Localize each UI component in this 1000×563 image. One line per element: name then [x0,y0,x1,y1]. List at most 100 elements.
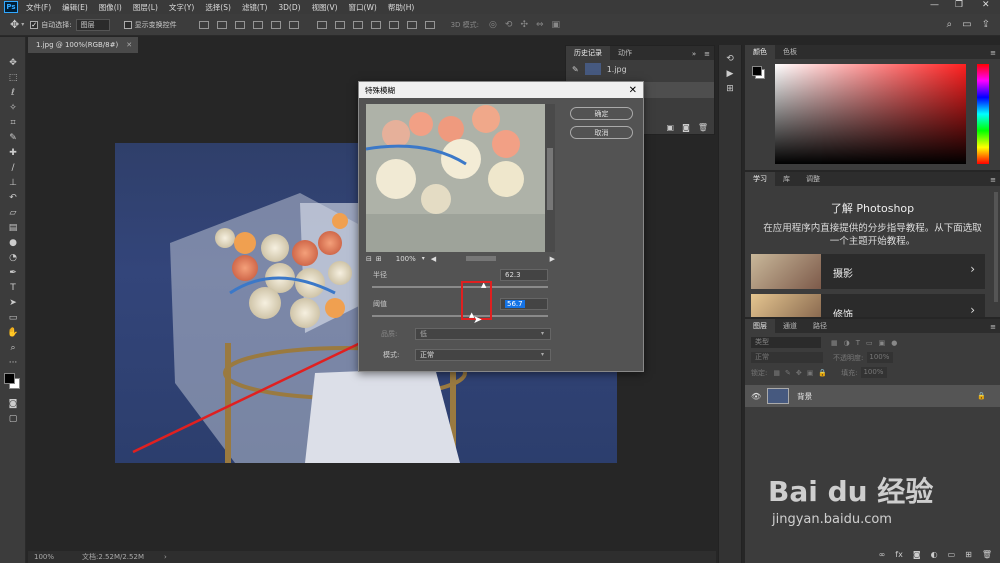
zoom-level[interactable]: 100% [34,553,54,561]
learn-description: 在应用程序内直接提供的分步指导教程。从下面选取一个主题开始教程。 [763,223,982,247]
status-arrow-icon[interactable]: › [164,553,167,561]
add-mask-icon[interactable]: ◙ [913,550,921,559]
tab-history[interactable]: 历史记录 [566,46,610,60]
link-layers-icon[interactable]: ∞ [879,550,886,559]
fill-label: 填充: [841,368,858,377]
color-fg-swatch[interactable] [752,66,762,76]
cancel-button[interactable]: 取消 [570,126,633,139]
mode-dropdown[interactable]: 正常 [415,349,551,361]
history-panel-icon[interactable]: ⟲ [719,51,741,66]
delete-layer-icon[interactable]: 🗑 [982,550,992,559]
document-size: 文档:2.52M/2.52M [82,553,144,561]
radius-label: 半径 [373,271,387,279]
lock-all-icon[interactable]: 🔒 [818,369,827,377]
panel-menu-icon[interactable]: ≡ [986,47,1000,59]
properties-icon[interactable]: ⊞ [719,81,741,96]
filter-placeholder: 类型 [755,338,769,346]
special-blur-dialog: 特殊模糊 ✕ ⊟ ⊞ 100% ▾ ◀ ▶ 确定 取消 半径 62.3 ▲ 阈值… [358,81,644,372]
lock-artboard-icon[interactable]: ▣ [807,369,814,377]
adjustment-layer-icon[interactable]: ◐ [931,550,938,559]
panel-menu-icon[interactable]: ≡ [700,48,714,60]
tab-paths[interactable]: 路径 [805,319,835,333]
lock-pixels-icon[interactable]: ▦ [773,369,780,377]
learn-scrollbar[interactable] [994,192,998,302]
panel-collapse-icon[interactable]: » [688,48,700,60]
threshold-input[interactable]: 56.7 [500,298,548,310]
tab-channels[interactable]: 通道 [775,319,805,333]
topic-label: 修饰 [833,310,853,317]
preview-hscroll-thumb[interactable] [466,256,497,261]
lock-label: 锁定: [751,368,768,377]
lock-paint-icon[interactable]: ✎ [785,369,791,377]
chevron-down-icon[interactable]: ▾ [541,330,544,337]
preview-zoom: 100% [395,254,416,263]
tab-swatches[interactable]: 色板 [775,45,805,59]
mode-label: 模式: [383,351,400,359]
filter-type-icon[interactable]: T [856,339,860,347]
new-document-icon[interactable]: ▣ [667,123,675,132]
chevron-right-icon[interactable]: › [970,262,975,276]
layer-name: 背景 [797,391,813,401]
panel-menu-icon[interactable]: ≡ [986,321,1000,333]
topic-card-photography[interactable]: 摄影 › [751,254,985,289]
new-group-icon[interactable]: ▭ [948,550,956,559]
layer-lock-icon: 🔒 [977,392,986,400]
zoom-dropdown-icon[interactable]: ▾ [422,255,425,262]
hue-slider[interactable] [977,64,989,164]
learn-tabs: 学习 库 调整 ≡ [745,172,1000,186]
filter-smart-icon[interactable]: ▣ [879,339,886,347]
tab-color[interactable]: 颜色 [745,45,775,59]
layer-filter-dropdown[interactable]: 类型 [751,337,821,348]
history-tabs: 历史记录 动作 » ≡ [566,46,714,60]
actions-play-icon[interactable]: ▶ [719,66,741,81]
chevron-down-icon[interactable]: ▾ [541,351,544,358]
topic-card-retouch[interactable]: 修饰 › [751,294,985,317]
filter-preview[interactable] [366,104,545,252]
filter-shape-icon[interactable]: ▭ [866,339,873,347]
history-brush-source-icon[interactable]: ✎ [572,65,579,74]
lock-position-icon[interactable]: ✥ [796,369,802,377]
tab-actions[interactable]: 动作 [610,46,640,60]
history-snapshot[interactable]: ✎ 1.jpg [566,60,714,78]
dialog-titlebar: 特殊模糊 ✕ [359,82,643,98]
layers-tabs: 图层 通道 路径 ≡ [745,319,1000,333]
quality-dropdown[interactable]: 低 [415,328,551,340]
layer-row-background[interactable]: 👁 背景 🔒 [745,385,1000,407]
preview-vscroll[interactable] [545,104,555,252]
zoom-out-icon[interactable]: ⊟ [366,255,372,263]
snapshot-camera-icon[interactable]: ◙ [682,123,690,132]
fx-icon[interactable]: fx [895,550,903,559]
layer-thumbnail [767,388,790,404]
opacity-field[interactable]: 100% [867,352,894,363]
baidu-watermark: Bai du 经验 jingyan.baidu.com [768,470,968,540]
radius-input[interactable]: 62.3 [500,269,548,281]
radius-slider-track[interactable] [372,286,548,288]
tab-learn[interactable]: 学习 [745,172,775,186]
blend-mode-dropdown[interactable]: 正常 [751,352,823,363]
tab-layers[interactable]: 图层 [745,319,775,333]
filter-pixel-icon[interactable]: ▦ [831,339,838,347]
threshold-slider-track[interactable] [372,315,548,317]
panel-icon-strip: ⟲ ▶ ⊞ [718,45,742,563]
preview-vscroll-thumb[interactable] [547,148,553,210]
color-panel: 颜色 色板 ≡ [745,45,1000,170]
filter-toggle-icon[interactable]: ● [891,339,897,347]
tab-adjustments[interactable]: 调整 [798,172,828,186]
visibility-eye-icon[interactable]: 👁 [751,392,761,401]
mouse-cursor-icon: ➤ [473,313,483,326]
delete-icon[interactable]: 🗑 [698,123,708,132]
dialog-close-icon[interactable]: ✕ [629,85,637,96]
filter-adjust-icon[interactable]: ◑ [844,339,850,347]
color-field[interactable] [775,64,966,164]
zoom-in-icon[interactable]: ⊞ [376,255,382,263]
ok-button[interactable]: 确定 [570,107,633,120]
scroll-right-icon[interactable]: ▶ [550,255,555,263]
fill-field[interactable]: 100% [861,367,888,378]
tab-libraries[interactable]: 库 [775,172,798,186]
threshold-label: 阈值 [373,300,387,308]
new-layer-icon[interactable]: ⊞ [965,550,972,559]
chevron-right-icon[interactable]: › [970,303,975,317]
panel-menu-icon[interactable]: ≡ [986,174,1000,186]
learn-heading: 了解 Photoshop [830,202,915,215]
scroll-left-icon[interactable]: ◀ [431,255,436,263]
